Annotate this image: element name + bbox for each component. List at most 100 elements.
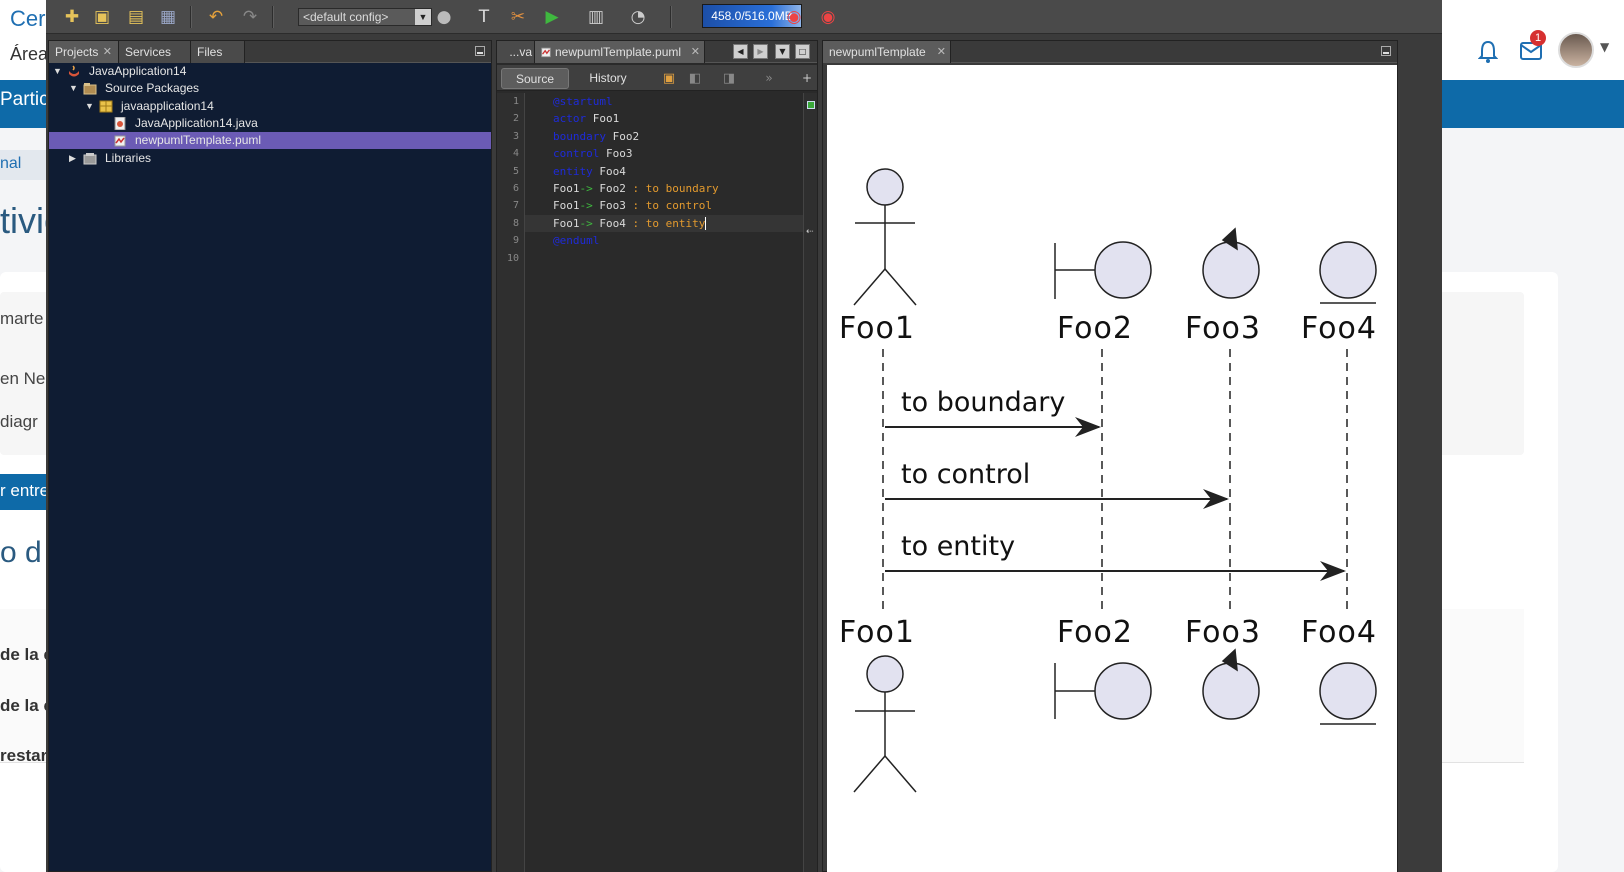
debug-icon[interactable]: ▥ <box>584 5 608 29</box>
tree-item-label: Libraries <box>105 151 152 165</box>
tab-services-label: Services <box>125 45 172 59</box>
expand-arrow-icon[interactable]: ▶ <box>69 150 76 167</box>
gc-alt-icon[interactable]: ◉ <box>816 5 840 29</box>
source-view-button[interactable]: Source <box>501 68 569 89</box>
back-icon[interactable]: ◧ <box>683 66 707 90</box>
web-nav-item[interactable]: Partic <box>0 89 49 111</box>
web-site-title[interactable]: Cer <box>10 6 45 32</box>
tab-puml-label: newpumlTemplate.puml <box>555 45 682 59</box>
code-line: control Foo3 <box>553 147 633 161</box>
web-breadcrumb-text[interactable]: nal <box>0 155 21 173</box>
line-number-gutter: 1 2 3 4 5 6 7 8 9 10 <box>497 93 525 872</box>
clean-build-icon[interactable]: ✂ <box>506 5 530 29</box>
scroll-right-icon[interactable]: ▶ <box>753 44 768 59</box>
line-number: 3 <box>512 130 519 142</box>
chevron-down-icon[interactable]: ▼ <box>1600 40 1609 54</box>
code-line-current: Foo1-> Foo4 : to entity <box>525 214 805 233</box>
puml-file-icon <box>114 135 126 147</box>
participant-label: Foo2 <box>1057 311 1133 346</box>
minimize-icon[interactable] <box>1381 46 1391 56</box>
tab-files[interactable]: Files <box>191 41 245 63</box>
new-project-icon[interactable]: ▣ <box>90 5 114 29</box>
save-all-icon[interactable]: ▦ <box>156 5 180 29</box>
ide-window: ✚ ▣ ▤ ▦ ↶ ↷ <default config> ▼ ● T ✂ ▶ ▥… <box>46 0 1442 872</box>
web-area-menu[interactable]: Área <box>10 44 48 65</box>
last-edit-icon[interactable]: ▣ <box>657 66 681 90</box>
tree-item-puml-file[interactable]: newpumlTemplate.puml <box>49 132 491 149</box>
line-number: 4 <box>512 148 519 160</box>
chevron-down-icon[interactable]: ▼ <box>415 9 431 25</box>
code-line: entity Foo4 <box>553 164 626 178</box>
close-icon[interactable]: ✕ <box>103 41 112 63</box>
tree-item-package[interactable]: ▼ javaapplication14 <box>49 98 491 115</box>
gc-icon[interactable]: ◉ <box>782 5 806 29</box>
code-editor[interactable]: @startuml actor Foo1 boundary Foo2 contr… <box>525 93 805 872</box>
close-icon[interactable]: ✕ <box>691 41 700 63</box>
tree-item-label: JavaApplication14.java <box>135 116 258 130</box>
uml-preview-panel: newpumlTemplate ✕ Foo1 Foo2 Foo3 Foo4 to… <box>822 40 1398 872</box>
tab-java-file[interactable]: ...va <box>497 41 535 63</box>
scroll-left-icon[interactable]: ◀ <box>733 44 748 59</box>
avatar[interactable] <box>1558 32 1594 68</box>
run-icon[interactable]: ▶ <box>540 5 564 29</box>
redo-icon[interactable]: ↷ <box>238 5 262 29</box>
message-label: to control <box>901 459 1031 490</box>
tab-java-label: ...va <box>509 45 532 59</box>
line-number: 5 <box>512 165 519 177</box>
web-submit-button-label[interactable]: r entre <box>0 481 49 501</box>
tab-preview[interactable]: newpumlTemplate ✕ <box>823 41 951 63</box>
new-file-icon[interactable]: ✚ <box>60 5 84 29</box>
maximize-icon[interactable]: □ <box>795 44 810 59</box>
tab-projects-label: Projects <box>55 45 99 59</box>
projects-panel-tabs: Projects ✕ Services Files <box>49 41 491 63</box>
config-select[interactable]: <default config> ▼ <box>298 8 432 26</box>
expand-arrow-icon[interactable]: ▼ <box>85 98 94 115</box>
projects-panel: Projects ✕ Services Files ▼ JavaApplicat… <box>48 40 492 872</box>
web-table-cell: restar <box>0 746 48 765</box>
line-number: 9 <box>512 235 519 247</box>
tab-list-icon[interactable]: ▼ <box>775 44 790 59</box>
undo-icon[interactable]: ↶ <box>204 5 228 29</box>
tab-projects[interactable]: Projects ✕ <box>49 41 119 63</box>
forward-icon[interactable]: ◨ <box>717 66 741 90</box>
split-icon[interactable]: + <box>795 66 819 90</box>
minimize-icon[interactable] <box>475 46 485 56</box>
line-number: 10 <box>506 252 519 264</box>
tab-services[interactable]: Services <box>119 41 191 63</box>
profile-icon[interactable]: ◔ <box>626 5 650 29</box>
puml-file-icon <box>541 47 551 58</box>
web-subheading: o d <box>0 536 42 569</box>
more-icon[interactable]: » <box>757 66 781 90</box>
web-info-line-3: diagr <box>0 412 38 431</box>
tab-puml-file[interactable]: newpumlTemplate.puml ✕ <box>535 41 705 63</box>
build-hammer-icon[interactable]: T <box>472 5 496 29</box>
expand-arrow-icon[interactable]: ▼ <box>53 63 62 80</box>
expand-arrow-icon[interactable]: ▼ <box>69 80 78 97</box>
tab-preview-label: newpumlTemplate <box>829 45 926 59</box>
open-project-icon[interactable]: ▤ <box>124 5 148 29</box>
history-view-button[interactable]: History <box>573 68 643 89</box>
boundary-icon <box>1054 241 1152 299</box>
participant-label: Foo3 <box>1185 311 1261 346</box>
tree-item-libraries[interactable]: ▶ Libraries <box>49 150 491 167</box>
participant-label: Foo2 <box>1057 615 1133 650</box>
config-select-value: <default config> <box>303 10 389 24</box>
line-number: 2 <box>512 113 519 125</box>
participant-label: Foo4 <box>1301 615 1377 650</box>
bell-icon[interactable] <box>1478 40 1498 64</box>
java-project-icon <box>69 65 79 77</box>
package-icon <box>99 100 113 113</box>
entity-icon <box>1319 241 1377 304</box>
tree-item-label: Source Packages <box>105 81 200 95</box>
close-icon[interactable]: ✕ <box>937 41 946 63</box>
message-arrow <box>885 417 1101 437</box>
tree-item-label: JavaApplication14 <box>89 64 187 78</box>
message-label: to entity <box>901 531 1016 562</box>
tree-item-java-file[interactable]: JavaApplication14.java <box>49 115 491 132</box>
tree-item-source-packages[interactable]: ▼ Source Packages <box>49 80 491 97</box>
control-icon <box>1202 227 1260 299</box>
code-line: actor Foo1 <box>553 112 620 126</box>
globe-icon[interactable]: ● <box>432 5 456 29</box>
code-line: boundary Foo2 <box>553 129 640 143</box>
tree-item-project[interactable]: ▼ JavaApplication14 <box>49 63 491 80</box>
